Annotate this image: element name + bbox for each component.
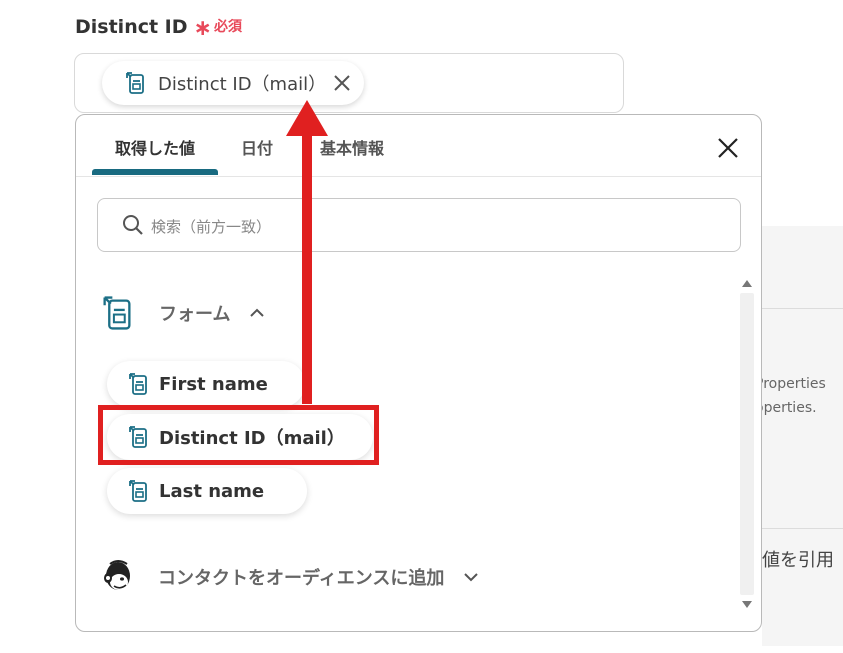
group-mailchimp-label: コンタクトをオーディエンスに追加 <box>158 568 445 589</box>
chip-label: Distinct ID（mail） <box>158 74 327 95</box>
background-text: Properties <box>755 376 826 392</box>
tab-bar: 取得した値 日付 基本情報 <box>76 115 761 177</box>
distinct-id-field[interactable]: Distinct ID（mail） <box>74 53 624 113</box>
required-text: 必須 <box>213 19 242 35</box>
group-mailchimp-header[interactable]: コンタクトをオーディエンスに追加 <box>100 558 480 596</box>
field-label-text: Distinct ID <box>75 16 188 38</box>
list-item-label: Distinct ID（mail） <box>159 428 345 449</box>
search-placeholder: 検索（前方一致） <box>151 218 272 236</box>
form-icon <box>129 373 147 395</box>
field-label: Distinct ID ∗ 必須 <box>75 16 242 41</box>
background-panel <box>762 226 843 646</box>
group-form-label: フォーム <box>159 304 231 325</box>
tab-basic-info[interactable]: 基本情報 <box>320 135 384 159</box>
scroll-up-icon[interactable] <box>741 277 753 289</box>
scrollbar[interactable] <box>739 275 755 615</box>
scroll-down-icon[interactable] <box>741 599 753 611</box>
value-picker-popup: 取得した値 日付 基本情報 検索（前方一致） フォーム First name D… <box>75 114 762 632</box>
form-icon <box>129 480 147 502</box>
group-form-header[interactable]: フォーム <box>100 293 266 333</box>
list-item-first-name[interactable]: First name <box>107 361 305 407</box>
close-icon[interactable] <box>716 136 740 160</box>
background-text: 値を引用 <box>762 550 834 571</box>
remove-chip-icon[interactable] <box>332 73 352 93</box>
list-item-label: First name <box>159 373 268 395</box>
selected-value-chip[interactable]: Distinct ID（mail） <box>102 61 364 105</box>
mailchimp-icon <box>104 560 130 590</box>
required-mark: ∗ <box>193 16 212 41</box>
background-divider <box>762 528 843 529</box>
chevron-down-icon[interactable] <box>462 568 480 586</box>
search-icon <box>123 215 143 235</box>
form-icon <box>103 296 131 330</box>
form-icon <box>126 72 144 94</box>
background-text: operties. <box>755 400 817 416</box>
search-input[interactable]: 検索（前方一致） <box>97 198 741 252</box>
list-item-distinct-id[interactable]: Distinct ID（mail） <box>107 414 373 460</box>
tab-date[interactable]: 日付 <box>241 135 273 159</box>
scroll-track[interactable] <box>740 293 754 595</box>
background-divider <box>762 308 843 309</box>
tab-retrieved-values[interactable]: 取得した値 <box>115 135 195 159</box>
list-item-last-name[interactable]: Last name <box>107 468 307 514</box>
active-tab-indicator <box>92 169 218 175</box>
list-item-label: Last name <box>159 480 265 502</box>
form-icon <box>129 426 147 448</box>
chevron-up-icon[interactable] <box>248 304 266 322</box>
